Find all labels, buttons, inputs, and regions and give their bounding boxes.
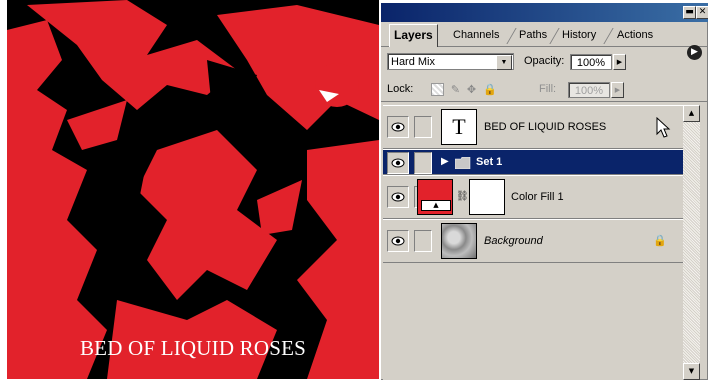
scroll-down-icon[interactable]: ▼ <box>683 363 700 380</box>
padlock-icon[interactable]: 🔒 <box>483 83 497 96</box>
lock-row: Lock: ✎ ✥ 🔒 Fill: 100% ▶ <box>381 77 708 102</box>
visibility-toggle[interactable] <box>387 186 409 208</box>
layer-name[interactable]: BED OF LIQUID ROSES <box>484 121 606 133</box>
blend-mode-value: Hard Mix <box>391 56 436 68</box>
tab-history[interactable]: History <box>558 26 600 44</box>
link-box[interactable] <box>414 152 432 174</box>
palette-tabs: Layers Channels Paths History Actions ▶ <box>381 22 708 60</box>
tab-paths[interactable]: Paths <box>515 26 551 44</box>
layer-color-fill[interactable]: ▲ ⛓ Color Fill 1 <box>383 175 683 219</box>
opacity-label: Opacity: <box>524 55 565 67</box>
eye-icon <box>391 122 405 132</box>
lock-label: Lock: <box>387 83 414 95</box>
canvas-caption: BED OF LIQUID ROSES <box>79 336 307 360</box>
tab-actions[interactable]: Actions <box>613 26 657 44</box>
palette-titlebar[interactable]: ▬ ✕ <box>381 3 708 22</box>
layer-name[interactable]: Background <box>484 235 543 247</box>
brush-lock-icon[interactable]: ✎ <box>449 83 462 96</box>
tab-channels[interactable]: Channels <box>449 26 503 44</box>
fill-color-thumbnail[interactable]: ▲ <box>417 179 453 215</box>
fill-arrow-icon[interactable]: ▶ <box>611 82 624 98</box>
blend-row: Hard Mix ▼ Opacity: 100% ▶ <box>381 51 708 73</box>
layers-list: T BED OF LIQUID ROSES ▶ Set 1 ▲ ⛓ Color … <box>383 105 683 380</box>
blend-mode-select[interactable]: Hard Mix ▼ <box>387 53 514 70</box>
layer-mask-thumbnail[interactable] <box>469 179 505 215</box>
tab-layers[interactable]: Layers <box>389 24 438 47</box>
visibility-toggle[interactable] <box>387 230 409 252</box>
folder-icon <box>455 157 471 169</box>
layer-text[interactable]: T BED OF LIQUID ROSES <box>383 105 683 149</box>
link-box[interactable] <box>414 230 432 252</box>
move-lock-icon[interactable]: ✥ <box>465 83 478 96</box>
transparency-lock-icon[interactable] <box>431 83 444 96</box>
close-button[interactable]: ✕ <box>696 6 708 19</box>
opacity-field[interactable]: 100% <box>570 54 612 70</box>
layer-background[interactable]: Background 🔒 <box>383 219 683 263</box>
document-canvas[interactable]: BED OF LIQUID ROSES <box>7 0 379 379</box>
fill-label: Fill: <box>539 83 557 95</box>
layers-palette: ▬ ✕ Layers Channels Paths History Action… <box>380 2 708 380</box>
chain-link-icon[interactable]: ⛓ <box>456 191 469 202</box>
scroll-up-icon[interactable]: ▲ <box>683 105 700 122</box>
minimize-button[interactable]: ▬ <box>683 6 696 19</box>
eye-icon <box>391 192 405 202</box>
layer-name[interactable]: Color Fill 1 <box>511 191 564 203</box>
visibility-toggle[interactable] <box>387 152 409 174</box>
background-thumbnail <box>441 223 477 259</box>
cursor-arrow-icon <box>656 117 671 138</box>
layers-scrollbar[interactable]: ▲ ▼ <box>683 105 700 380</box>
layer-group[interactable]: ▶ Set 1 <box>383 149 683 175</box>
text-layer-thumbnail: T <box>441 109 477 145</box>
red-blob <box>315 63 359 107</box>
eye-icon <box>391 158 405 168</box>
chevron-down-icon[interactable]: ▼ <box>496 55 512 70</box>
artwork <box>7 0 379 379</box>
padlock-icon: 🔒 <box>653 234 667 247</box>
fill-field[interactable]: 100% <box>568 82 610 98</box>
layer-name[interactable]: Set 1 <box>476 156 502 168</box>
eye-icon <box>391 236 405 246</box>
opacity-arrow-icon[interactable]: ▶ <box>613 54 626 70</box>
visibility-toggle[interactable] <box>387 116 409 138</box>
fill-adjust-icon: ▲ <box>421 200 451 211</box>
link-box[interactable] <box>414 116 432 138</box>
expand-triangle-icon[interactable]: ▶ <box>441 156 449 167</box>
